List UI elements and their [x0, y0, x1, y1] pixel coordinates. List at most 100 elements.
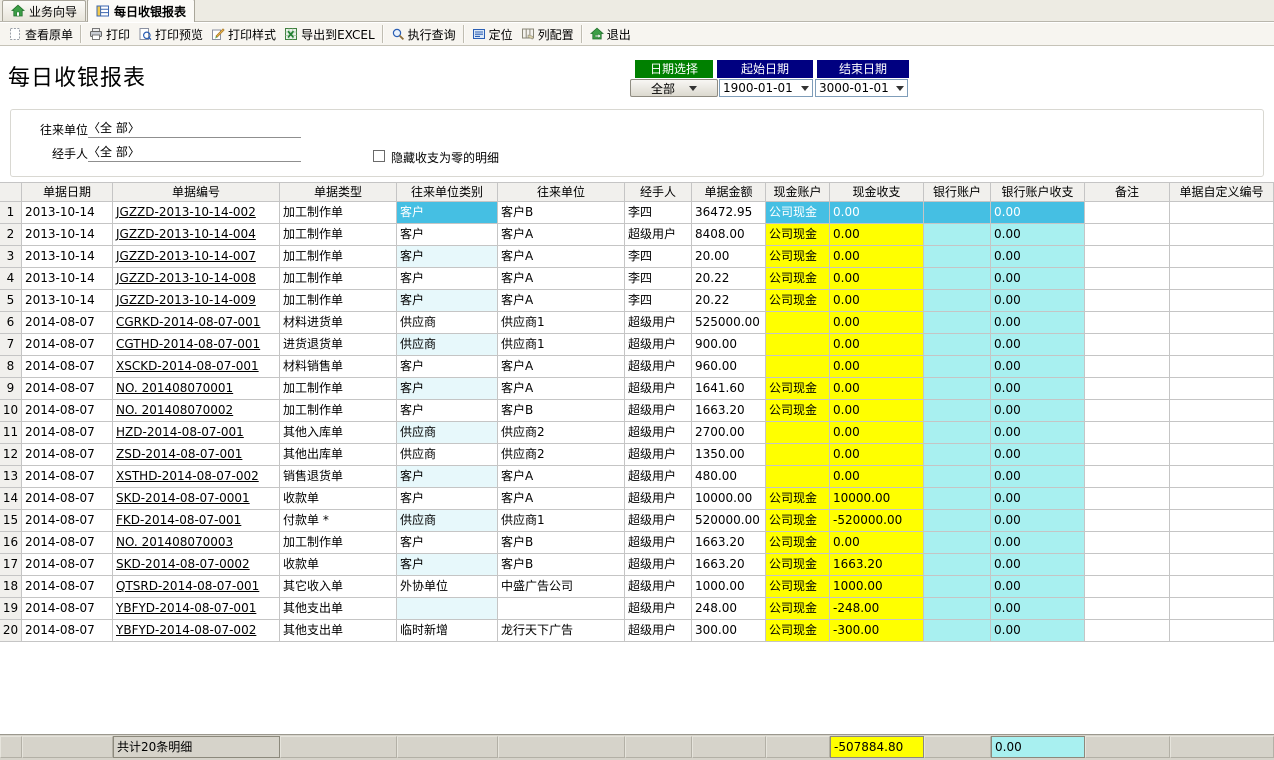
doc-number-link[interactable]: NO. 201408070002: [113, 400, 280, 422]
row-number[interactable]: 2: [0, 224, 22, 246]
cell-bank_flow[interactable]: 0.00: [991, 598, 1085, 620]
row-number[interactable]: 19: [0, 598, 22, 620]
cell-custom_number[interactable]: [1170, 312, 1274, 334]
table-row[interactable]: 182014-08-07QTSRD-2014-08-07-001其它收入单外协单…: [0, 576, 1274, 598]
cell-amount[interactable]: 20.22: [692, 290, 766, 312]
doc-number-link[interactable]: CGRKD-2014-08-07-001: [113, 312, 280, 334]
cell-cash_flow[interactable]: 0.00: [830, 202, 924, 224]
cell-cash_account[interactable]: [766, 334, 830, 356]
row-number[interactable]: 14: [0, 488, 22, 510]
cell-cash_account[interactable]: 公司现金: [766, 224, 830, 246]
cell-bank_account[interactable]: [924, 466, 991, 488]
cell-note[interactable]: [1085, 598, 1170, 620]
cell-unit[interactable]: 客户A: [498, 378, 625, 400]
cell-note[interactable]: [1085, 576, 1170, 598]
cell-bank_account[interactable]: [924, 488, 991, 510]
row-number[interactable]: 6: [0, 312, 22, 334]
cell-cash_account[interactable]: 公司现金: [766, 620, 830, 642]
cell-date[interactable]: 2014-08-07: [22, 488, 113, 510]
cell-handler[interactable]: 超级用户: [625, 334, 692, 356]
doc-number-link[interactable]: JGZZD-2013-10-14-007: [113, 246, 280, 268]
cell-type[interactable]: 收款单: [280, 554, 397, 576]
cell-cash_account[interactable]: 公司现金: [766, 246, 830, 268]
cell-cash_flow[interactable]: -300.00: [830, 620, 924, 642]
cell-unit[interactable]: 客户A: [498, 488, 625, 510]
cell-date[interactable]: 2014-08-07: [22, 312, 113, 334]
cell-category[interactable]: 客户: [397, 378, 498, 400]
table-row[interactable]: 92014-08-07NO. 201408070001加工制作单客户客户A超级用…: [0, 378, 1274, 400]
cell-custom_number[interactable]: [1170, 576, 1274, 598]
column-header[interactable]: 单据编号: [113, 182, 280, 202]
cell-bank_account[interactable]: [924, 334, 991, 356]
cell-amount[interactable]: 960.00: [692, 356, 766, 378]
cell-bank_account[interactable]: [924, 224, 991, 246]
cell-cash_account[interactable]: [766, 312, 830, 334]
table-row[interactable]: 42013-10-14JGZZD-2013-10-14-008加工制作单客户客户…: [0, 268, 1274, 290]
cell-unit[interactable]: 客户A: [498, 246, 625, 268]
table-row[interactable]: 32013-10-14JGZZD-2013-10-14-007加工制作单客户客户…: [0, 246, 1274, 268]
table-row[interactable]: 22013-10-14JGZZD-2013-10-14-004加工制作单客户客户…: [0, 224, 1274, 246]
cell-amount[interactable]: 520000.00: [692, 510, 766, 532]
cell-date[interactable]: 2013-10-14: [22, 268, 113, 290]
doc-number-link[interactable]: SKD-2014-08-07-0001: [113, 488, 280, 510]
cell-category[interactable]: 客户: [397, 268, 498, 290]
cell-handler[interactable]: 超级用户: [625, 554, 692, 576]
cell-cash_flow[interactable]: 0.00: [830, 444, 924, 466]
cell-note[interactable]: [1085, 246, 1170, 268]
cell-bank_flow[interactable]: 0.00: [991, 620, 1085, 642]
row-number[interactable]: 1: [0, 202, 22, 224]
doc-number-link[interactable]: YBFYD-2014-08-07-001: [113, 598, 280, 620]
row-number[interactable]: 11: [0, 422, 22, 444]
cell-unit[interactable]: 供应商1: [498, 334, 625, 356]
cell-cash_account[interactable]: [766, 356, 830, 378]
cell-cash_account[interactable]: [766, 422, 830, 444]
cell-type[interactable]: 加工制作单: [280, 268, 397, 290]
cell-bank_flow[interactable]: 0.00: [991, 422, 1085, 444]
cell-cash_flow[interactable]: 1000.00: [830, 576, 924, 598]
table-row[interactable]: 202014-08-07YBFYD-2014-08-07-002其他支出单临时新…: [0, 620, 1274, 642]
date-range-dropdown[interactable]: 全部: [630, 79, 718, 97]
cell-date[interactable]: 2013-10-14: [22, 224, 113, 246]
cell-cash_account[interactable]: [766, 444, 830, 466]
cell-bank_account[interactable]: [924, 268, 991, 290]
cell-note[interactable]: [1085, 620, 1170, 642]
column-header[interactable]: 单据金额: [692, 182, 766, 202]
cell-bank_account[interactable]: [924, 444, 991, 466]
cell-bank_flow[interactable]: 0.00: [991, 510, 1085, 532]
table-row[interactable]: 12013-10-14JGZZD-2013-10-14-002加工制作单客户客户…: [0, 202, 1274, 224]
cell-unit[interactable]: 客户B: [498, 532, 625, 554]
table-row[interactable]: 112014-08-07HZD-2014-08-07-001其他入库单供应商供应…: [0, 422, 1274, 444]
cell-custom_number[interactable]: [1170, 290, 1274, 312]
doc-number-link[interactable]: FKD-2014-08-07-001: [113, 510, 280, 532]
column-header[interactable]: 现金账户: [766, 182, 830, 202]
doc-number-link[interactable]: ZSD-2014-08-07-001: [113, 444, 280, 466]
cell-bank_account[interactable]: [924, 598, 991, 620]
cell-category[interactable]: [397, 598, 498, 620]
table-row[interactable]: 142014-08-07SKD-2014-08-07-0001收款单客户客户A超…: [0, 488, 1274, 510]
cell-type[interactable]: 加工制作单: [280, 202, 397, 224]
cell-handler[interactable]: 超级用户: [625, 576, 692, 598]
cell-cash_flow[interactable]: 0.00: [830, 378, 924, 400]
cell-amount[interactable]: 20.22: [692, 268, 766, 290]
cell-cash_account[interactable]: [766, 466, 830, 488]
cell-type[interactable]: 加工制作单: [280, 400, 397, 422]
cell-amount[interactable]: 10000.00: [692, 488, 766, 510]
cell-note[interactable]: [1085, 312, 1170, 334]
doc-number-link[interactable]: XSCKD-2014-08-07-001: [113, 356, 280, 378]
cell-cash_flow[interactable]: -520000.00: [830, 510, 924, 532]
cell-handler[interactable]: 超级用户: [625, 488, 692, 510]
cell-cash_account[interactable]: 公司现金: [766, 400, 830, 422]
cell-custom_number[interactable]: [1170, 224, 1274, 246]
cell-unit[interactable]: 客户A: [498, 356, 625, 378]
cell-amount[interactable]: 1350.00: [692, 444, 766, 466]
end-date-dropdown[interactable]: 3000-01-01: [815, 79, 908, 97]
cell-bank_account[interactable]: [924, 576, 991, 598]
column-header[interactable]: 往来单位: [498, 182, 625, 202]
cell-cash_flow[interactable]: 1663.20: [830, 554, 924, 576]
cell-bank_flow[interactable]: 0.00: [991, 202, 1085, 224]
doc-number-link[interactable]: NO. 201408070001: [113, 378, 280, 400]
start-date-dropdown[interactable]: 1900-01-01: [719, 79, 813, 97]
cell-bank_account[interactable]: [924, 510, 991, 532]
cell-handler[interactable]: 超级用户: [625, 422, 692, 444]
row-number[interactable]: 8: [0, 356, 22, 378]
